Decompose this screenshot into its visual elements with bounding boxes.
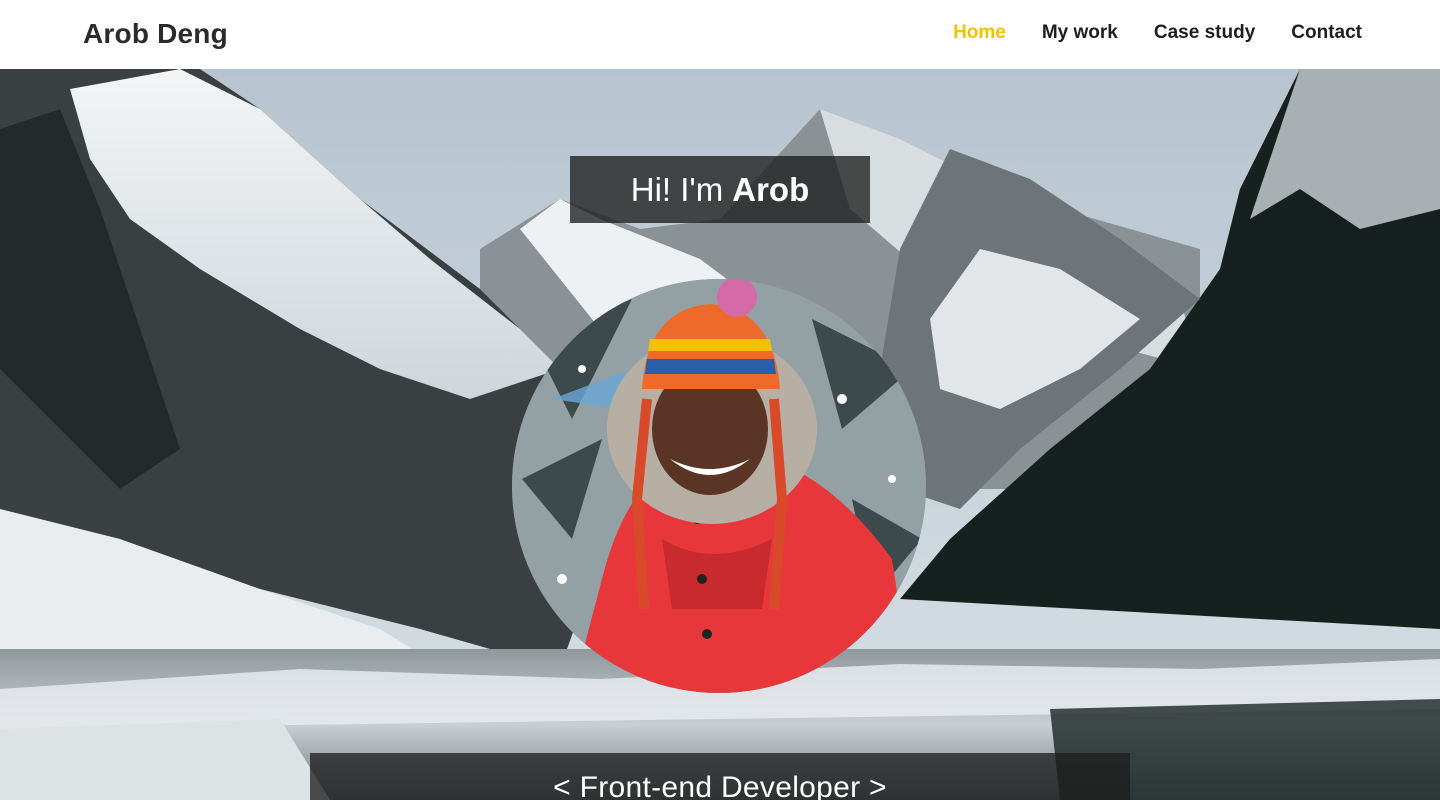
role-text: < Front-end Developer > [553,771,887,800]
greeting-name: Arob [732,170,810,208]
brand-logo-link[interactable]: Arob Deng [83,18,228,50]
role-banner: < Front-end Developer > [310,753,1130,800]
greeting-banner: Hi! I'm Arob [570,156,870,223]
site-header: Arob Deng Home My work Case study Contac… [0,0,1440,69]
greeting-prefix: Hi! I'm [630,170,724,208]
nav-case-study[interactable]: Case study [1154,22,1255,44]
nav-contact[interactable]: Contact [1291,22,1362,44]
nav-my-work[interactable]: My work [1042,22,1118,44]
main-nav: Home My work Case study Contact [953,22,1362,44]
profile-photo [512,279,926,693]
hero-section: Hi! I'm Arob < Front-end Developer > [0,69,1440,800]
nav-home[interactable]: Home [953,22,1006,44]
